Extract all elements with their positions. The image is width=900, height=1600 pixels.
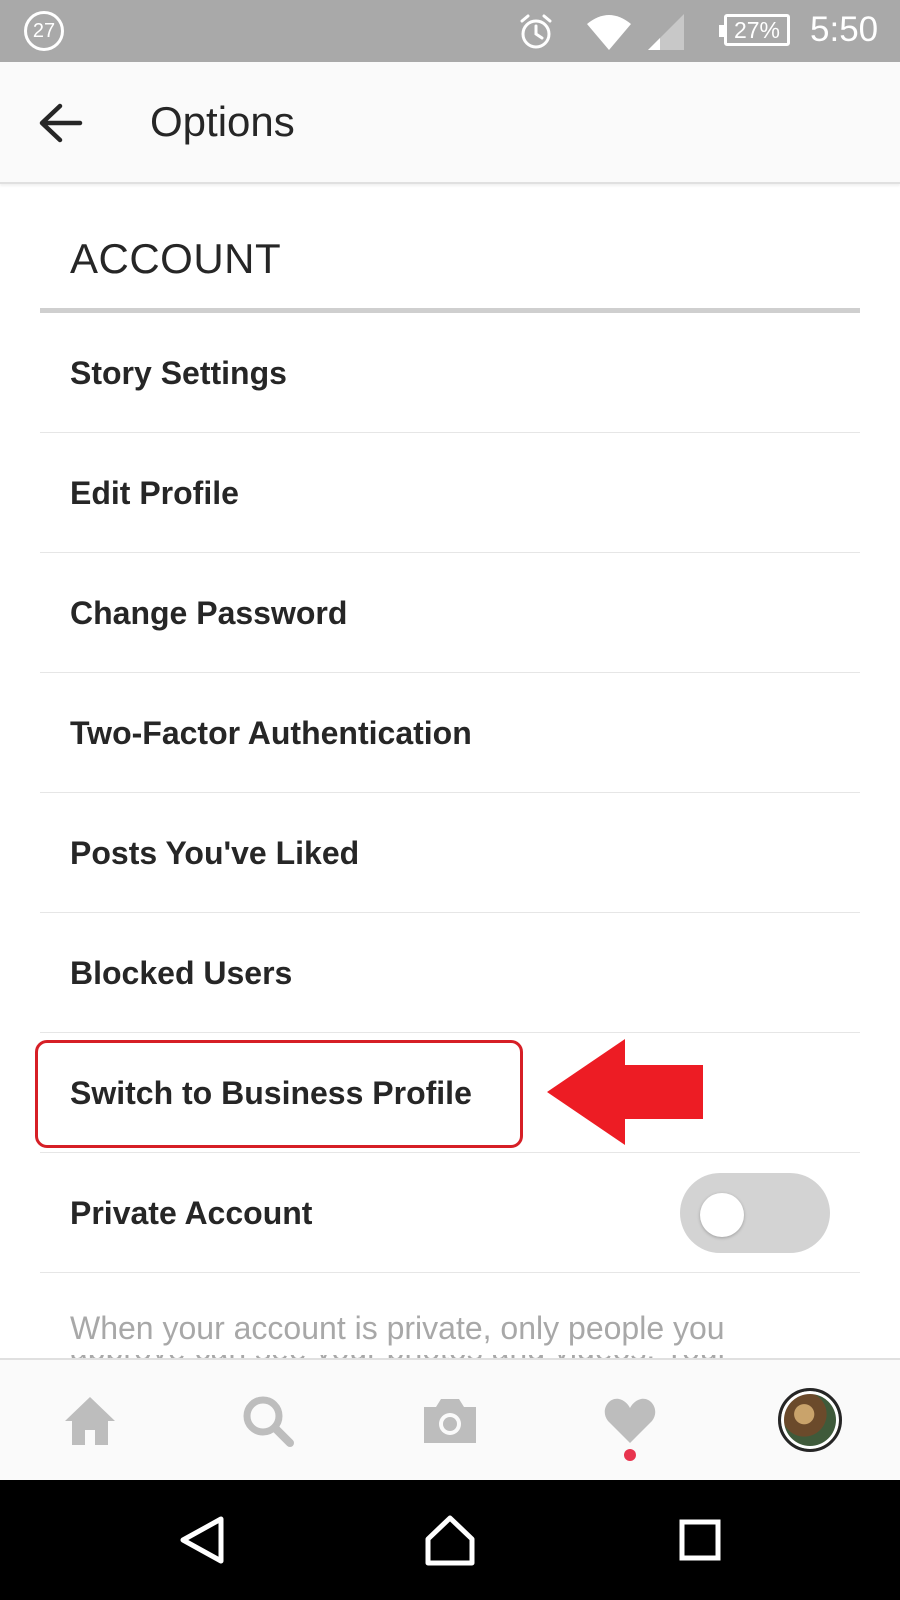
home-outline-icon <box>425 1515 475 1566</box>
alarm-icon <box>520 14 552 49</box>
menu-item-story-settings[interactable]: Story Settings <box>40 313 860 433</box>
highlight-box <box>35 1040 523 1148</box>
nav-home[interactable] <box>30 1360 150 1482</box>
section-heading: ACCOUNT <box>70 235 282 282</box>
notification-badge: 27 <box>24 11 64 51</box>
nav-camera[interactable] <box>390 1360 510 1482</box>
system-back-button[interactable] <box>162 1500 242 1580</box>
page-title: Options <box>150 98 295 145</box>
bottom-nav <box>0 1358 900 1480</box>
nav-search[interactable] <box>208 1360 328 1482</box>
signal-icon <box>648 14 684 50</box>
system-recents-button[interactable] <box>660 1500 740 1580</box>
back-button[interactable] <box>30 92 92 154</box>
menu-item-posts-liked[interactable]: Posts You've Liked <box>40 793 860 913</box>
menu-item-two-factor-authentication[interactable]: Two-Factor Authentication <box>40 673 860 793</box>
battery-percent: 27% <box>733 17 781 43</box>
toggle-knob <box>700 1193 744 1237</box>
menu-item-edit-profile[interactable]: Edit Profile <box>40 433 860 553</box>
home-icon <box>65 1397 115 1445</box>
menu-item-label: Story Settings <box>70 355 287 391</box>
menu-item-label: Blocked Users <box>70 955 293 991</box>
menu-item-label: Change Password <box>70 595 348 631</box>
system-home-button[interactable] <box>410 1500 490 1580</box>
app-header: Options <box>0 62 900 184</box>
avatar[interactable] <box>778 1388 842 1452</box>
menu-item-label: Two-Factor Authentication <box>70 715 472 751</box>
back-triangle-icon <box>180 1516 224 1564</box>
search-icon <box>243 1396 294 1447</box>
heart-icon <box>604 1398 656 1443</box>
menu-item-change-password[interactable]: Change Password <box>40 553 860 673</box>
battery-icon: 27% <box>719 14 790 46</box>
status-bar: 27 27% 5:50 <box>0 0 900 62</box>
menu-item-blocked-users[interactable]: Blocked Users <box>40 913 860 1033</box>
camera-icon <box>424 1399 476 1443</box>
menu-item-label: Posts You've Liked <box>70 835 360 871</box>
private-account-toggle[interactable] <box>680 1173 830 1253</box>
nav-activity[interactable] <box>570 1360 690 1482</box>
menu-item-label: Private Account <box>70 1195 313 1231</box>
recents-square-icon <box>679 1519 721 1561</box>
activity-notification-dot <box>624 1449 636 1461</box>
private-account-note: When your account is private, only peopl… <box>70 1310 725 1346</box>
wifi-icon <box>587 15 631 50</box>
menu-item-label: Edit Profile <box>70 475 239 511</box>
red-arrow-annotation <box>547 1039 703 1145</box>
status-time: 5:50 <box>810 10 879 49</box>
system-nav <box>0 1480 900 1600</box>
back-arrow-icon <box>39 103 83 143</box>
